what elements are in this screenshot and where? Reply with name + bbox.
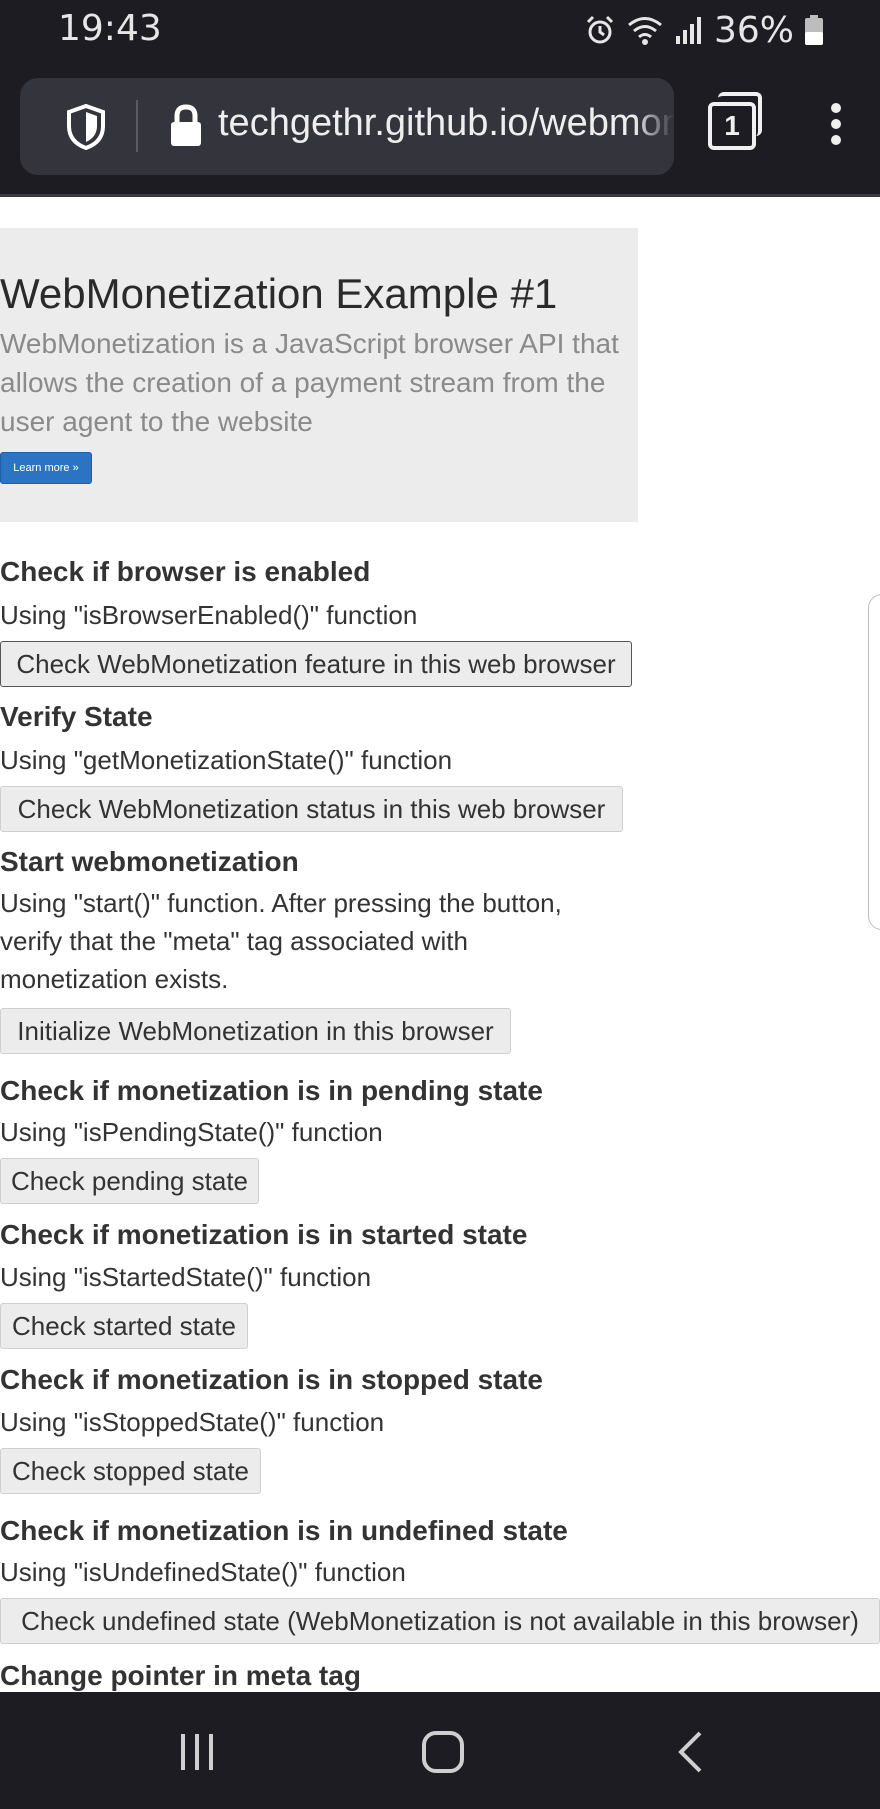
check-feature-button[interactable]: Check WebMonetization feature in this we… (0, 641, 632, 687)
toolbar-divider (0, 194, 880, 197)
initialize-button[interactable]: Initialize WebMonetization in this brows… (0, 1008, 511, 1054)
section-description: Using "isStartedState()" function (0, 1262, 372, 1292)
section-description: Using "getMonetizationState()" function (0, 745, 453, 775)
page-description: WebMonetization is a JavaScript browser … (0, 328, 619, 437)
signal-icon (675, 17, 701, 44)
home-icon[interactable] (421, 1730, 465, 1774)
check-stopped-button[interactable]: Check stopped state (0, 1448, 261, 1494)
shield-icon[interactable] (66, 104, 106, 150)
url-text[interactable]: techgethr.github.io/webmonetization (218, 102, 674, 145)
status-bar: 19:43 36% (0, 0, 880, 62)
check-started-button[interactable]: Check started state (0, 1303, 248, 1349)
system-nav-bar (0, 1692, 880, 1809)
url-fade (634, 78, 674, 175)
section-description: Using "isBrowserEnabled()" function (0, 600, 418, 630)
section-description: Using "isStoppedState()" function (0, 1407, 385, 1437)
section-description: Using "isPendingState()" function (0, 1117, 383, 1147)
address-bar-divider (136, 100, 138, 152)
section-title: Check if monetization is in undefined st… (0, 1515, 568, 1546)
section-title: Verify State (0, 701, 153, 732)
menu-icon[interactable] (828, 102, 844, 146)
battery-percent: 36% (713, 9, 794, 51)
check-pending-button[interactable]: Check pending state (0, 1158, 259, 1204)
check-status-button[interactable]: Check WebMonetization status in this web… (0, 786, 623, 832)
section-title: Check if monetization is in stopped stat… (0, 1364, 543, 1395)
alarm-icon (586, 15, 614, 44)
section-title: Check if browser is enabled (0, 556, 371, 587)
recent-apps-icon[interactable] (178, 1732, 216, 1772)
section-description: Using "isUndefinedState()" function (0, 1557, 406, 1587)
learn-more-button[interactable]: Learn more » (0, 452, 92, 484)
address-bar[interactable]: techgethr.github.io/webmonetization (20, 78, 674, 175)
back-icon[interactable] (676, 1730, 704, 1774)
jumbotron: WebMonetization Example #1 WebMonetizati… (0, 228, 638, 522)
battery-icon (805, 15, 823, 45)
wifi-icon (628, 17, 662, 45)
tab-count-button[interactable]: 1 (708, 102, 756, 150)
side-panel-handle[interactable] (868, 594, 880, 930)
section-title: Change pointer in meta tag (0, 1660, 361, 1691)
browser-toolbar: techgethr.github.io/webmonetization 1 (0, 62, 880, 194)
section-title: Start webmonetization (0, 846, 299, 877)
section-title: Check if monetization is in started stat… (0, 1219, 528, 1250)
section-description: Using "start()" function. After pressing… (0, 888, 562, 994)
check-undefined-button[interactable]: Check undefined state (WebMonetization i… (0, 1598, 880, 1644)
status-time: 19:43 (58, 8, 162, 49)
status-icons: 36% (584, 8, 824, 52)
page-title: WebMonetization Example #1 (0, 270, 558, 317)
lock-icon (171, 104, 201, 146)
section-title: Check if monetization is in pending stat… (0, 1075, 543, 1106)
